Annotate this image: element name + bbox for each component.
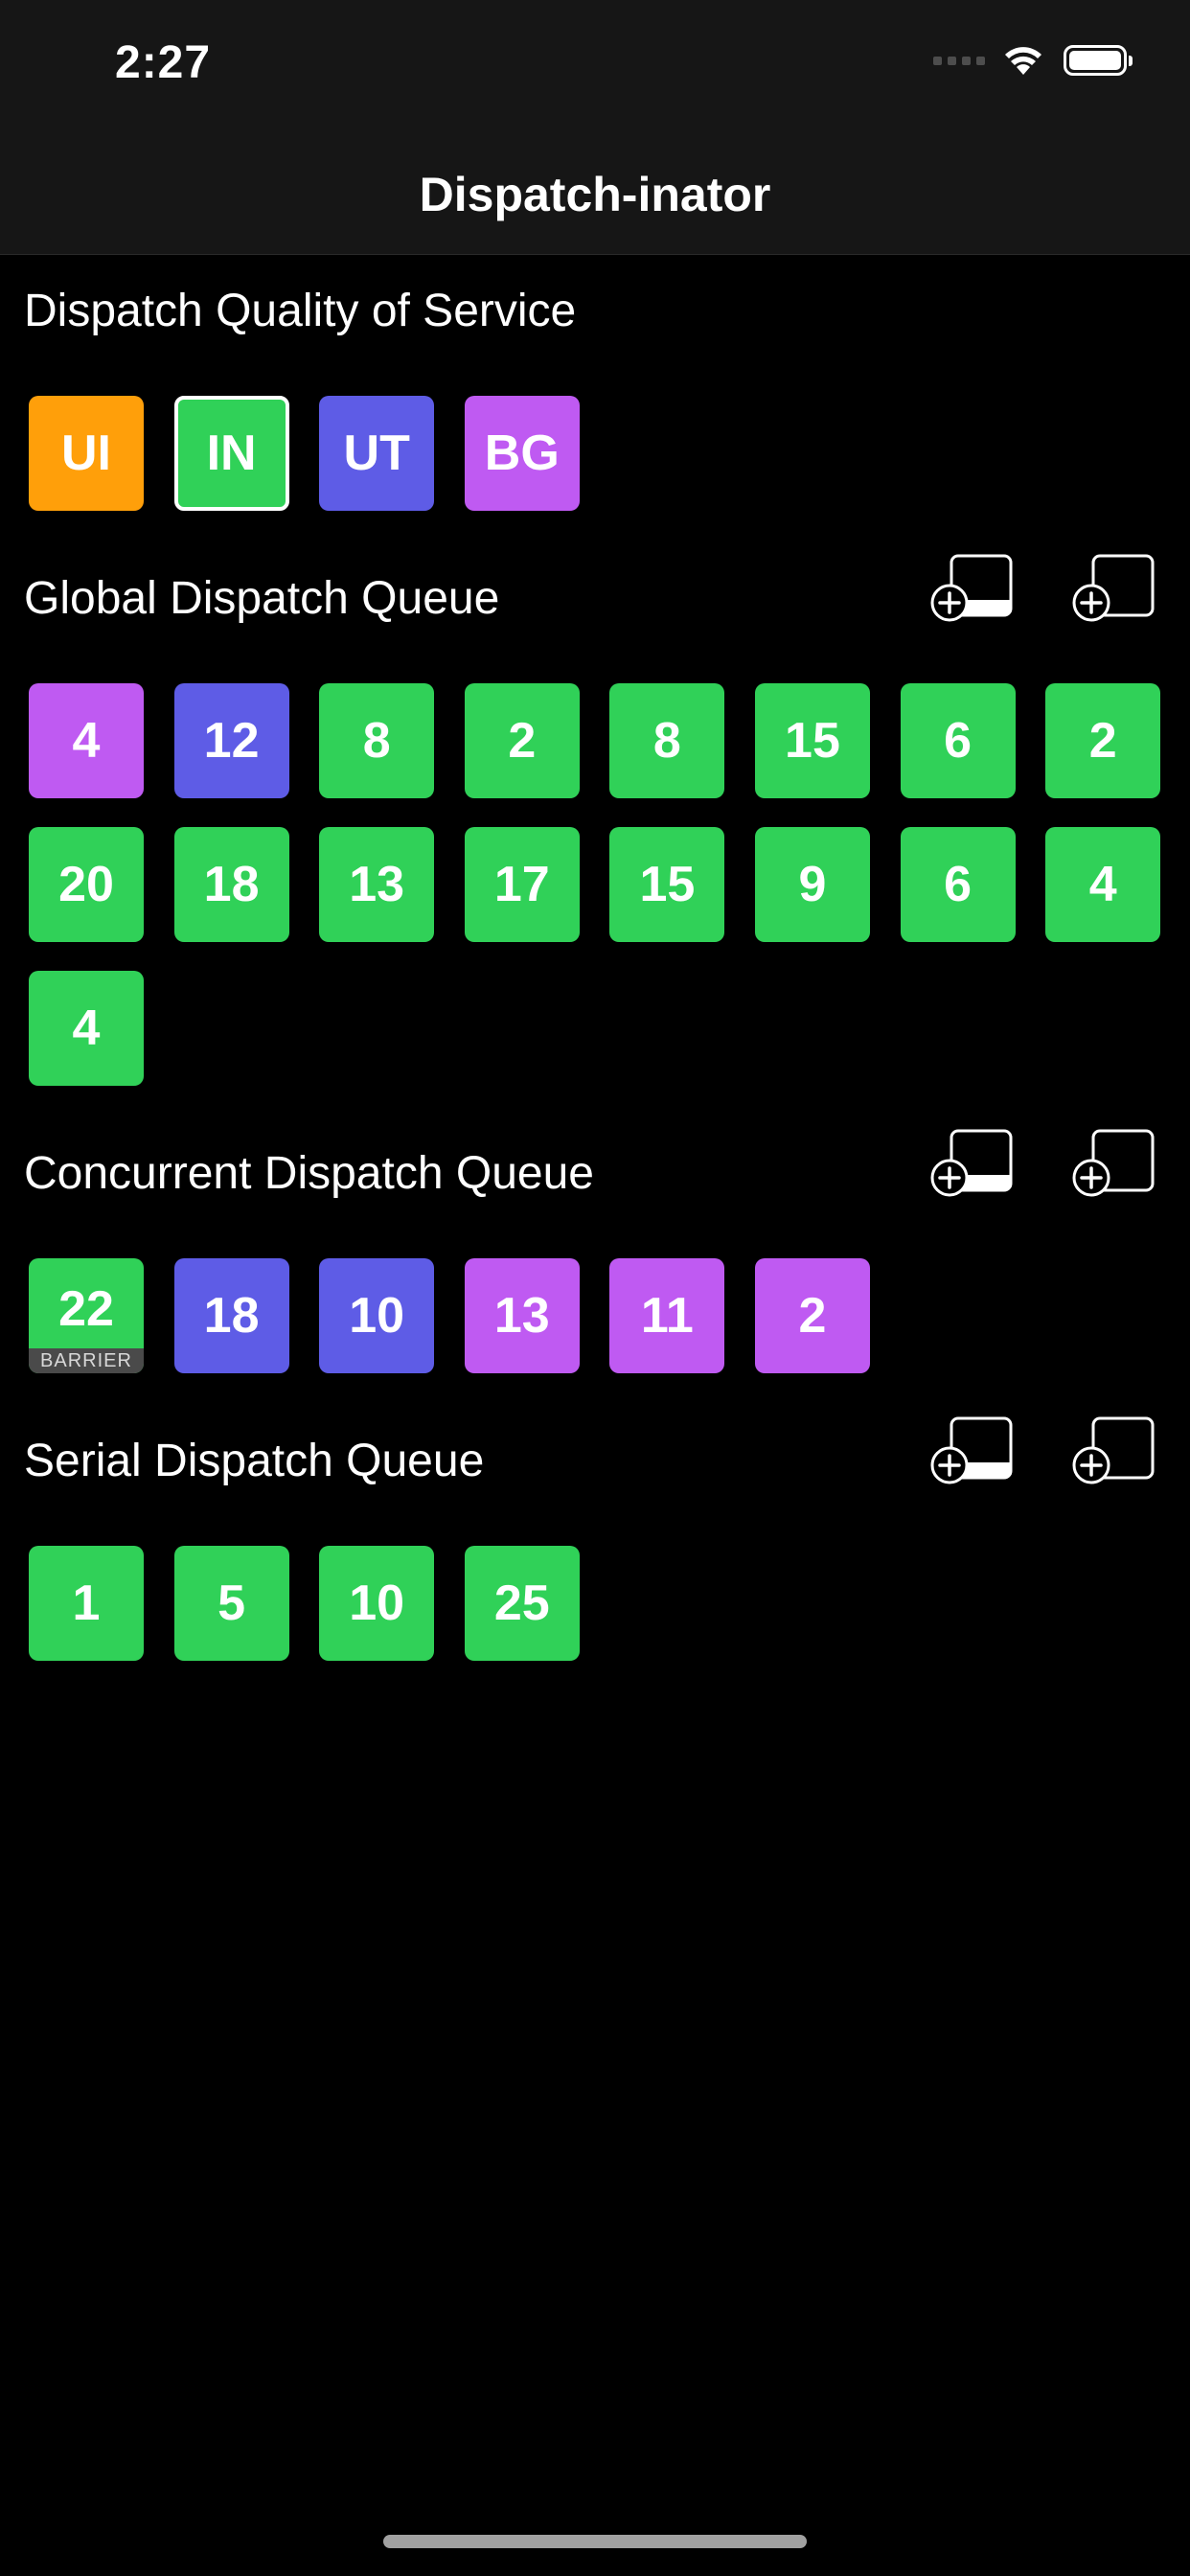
task-tile: 13: [319, 827, 435, 942]
serial-queue-tasks: 1 5 10 25: [29, 1546, 1160, 1661]
task-tile: 5: [173, 1546, 289, 1661]
add-barrier-task-button[interactable]: [930, 1415, 1015, 1484]
tile-label: 5: [217, 1576, 246, 1631]
tile-label: 9: [798, 857, 827, 912]
task-tile: 15: [609, 827, 725, 942]
task-tile: 2: [754, 1258, 870, 1373]
tile-label: UI: [61, 426, 111, 481]
task-tile: 13: [464, 1258, 580, 1373]
task-tile: 8: [609, 683, 725, 798]
global-queue-title: Global Dispatch Queue: [24, 573, 500, 624]
add-task-icon: [1072, 1416, 1155, 1484]
cellular-signal-icon: [933, 56, 985, 65]
add-barrier-task-icon: [930, 1129, 1013, 1197]
add-task-icon: [1072, 554, 1155, 622]
tile-label: 22: [58, 1281, 114, 1337]
tile-label: 8: [652, 713, 681, 769]
battery-icon: [1064, 45, 1133, 76]
tile-label: 20: [58, 857, 114, 912]
task-tile: 18: [173, 827, 289, 942]
task-tile: 10: [319, 1546, 435, 1661]
tile-label: 12: [203, 713, 260, 769]
task-tile: 4: [29, 971, 144, 1086]
task-tile: 2: [1045, 683, 1161, 798]
task-tile: 1: [29, 1546, 144, 1661]
navigation-bar: Dispatch-inator: [0, 134, 1190, 255]
task-tile: 2: [464, 683, 580, 798]
add-task-button[interactable]: [1072, 553, 1156, 622]
tile-label: 4: [72, 713, 101, 769]
nav-title: Dispatch-inator: [419, 167, 771, 221]
tile-label: 25: [493, 1576, 550, 1631]
task-tile: 9: [754, 827, 870, 942]
add-task-button[interactable]: [1072, 1415, 1156, 1484]
task-tile: 6: [900, 827, 1016, 942]
tile-label: 4: [72, 1000, 101, 1056]
add-barrier-task-button[interactable]: [930, 553, 1015, 622]
tile-label: 11: [640, 1288, 694, 1344]
task-tile: 6: [900, 683, 1016, 798]
global-queue-actions: [930, 553, 1156, 622]
tile-label: 17: [493, 857, 550, 912]
tile-label: 2: [1088, 713, 1117, 769]
tile-label: 8: [362, 713, 391, 769]
serial-queue-title: Serial Dispatch Queue: [24, 1436, 485, 1486]
tile-label: 4: [1088, 857, 1117, 912]
task-tile: 4: [29, 683, 144, 798]
task-tile: 18: [173, 1258, 289, 1373]
tile-label: 15: [785, 713, 840, 769]
tile-label: 6: [944, 857, 973, 912]
wifi-icon: [1005, 47, 1041, 75]
task-tile: 17: [464, 827, 580, 942]
add-barrier-task-button[interactable]: [930, 1128, 1015, 1197]
add-barrier-task-icon: [930, 554, 1013, 622]
task-tile: 10: [319, 1258, 435, 1373]
status-time: 2:27: [115, 37, 212, 88]
task-tile: 25: [464, 1546, 580, 1661]
tile-label: 2: [508, 713, 537, 769]
global-queue-tasks: 4 12 8 2 8 15 6 2 20 18 13 17 15 9 6 4 4: [29, 683, 1161, 1086]
home-indicator: [383, 2535, 807, 2548]
qos-option-bg[interactable]: BG: [464, 396, 580, 511]
task-tile: 4: [1045, 827, 1161, 942]
qos-option-in[interactable]: IN: [173, 396, 289, 511]
status-icons: [933, 44, 1133, 77]
concurrent-queue-tasks: 22 BARRIER 18 10 13 11 2: [29, 1258, 1160, 1373]
task-tile: 8: [319, 683, 435, 798]
add-task-button[interactable]: [1072, 1128, 1156, 1197]
barrier-badge: BARRIER: [29, 1348, 144, 1373]
qos-selector: UI IN UT BG: [29, 396, 1160, 511]
tile-label: 13: [493, 1288, 550, 1344]
tile-label: IN: [206, 426, 257, 481]
tile-label: 10: [349, 1576, 405, 1631]
tile-label: 15: [639, 857, 696, 912]
tile-label: BG: [484, 426, 560, 481]
barrier-task-tile: 22 BARRIER: [29, 1258, 144, 1373]
tile-label: 10: [349, 1288, 405, 1344]
tile-label: 1: [72, 1576, 101, 1631]
tile-label: 18: [203, 1288, 260, 1344]
serial-queue-actions: [930, 1415, 1156, 1484]
qos-option-ut[interactable]: UT: [319, 396, 435, 511]
concurrent-queue-title: Concurrent Dispatch Queue: [24, 1148, 594, 1199]
tile-label: 18: [203, 857, 260, 912]
concurrent-queue-actions: [930, 1128, 1156, 1197]
qos-section-title: Dispatch Quality of Service: [24, 286, 577, 336]
status-bar: 2:27: [0, 0, 1190, 134]
task-tile: 11: [609, 1258, 725, 1373]
add-task-icon: [1072, 1129, 1155, 1197]
task-tile: 15: [754, 683, 870, 798]
task-tile: 20: [29, 827, 144, 942]
add-barrier-task-icon: [930, 1416, 1013, 1484]
qos-option-ui[interactable]: UI: [29, 396, 144, 511]
task-tile: 12: [173, 683, 289, 798]
tile-label: 6: [944, 713, 973, 769]
tile-label: 13: [349, 857, 405, 912]
tile-label: 2: [798, 1288, 827, 1344]
tile-label: UT: [343, 426, 410, 481]
